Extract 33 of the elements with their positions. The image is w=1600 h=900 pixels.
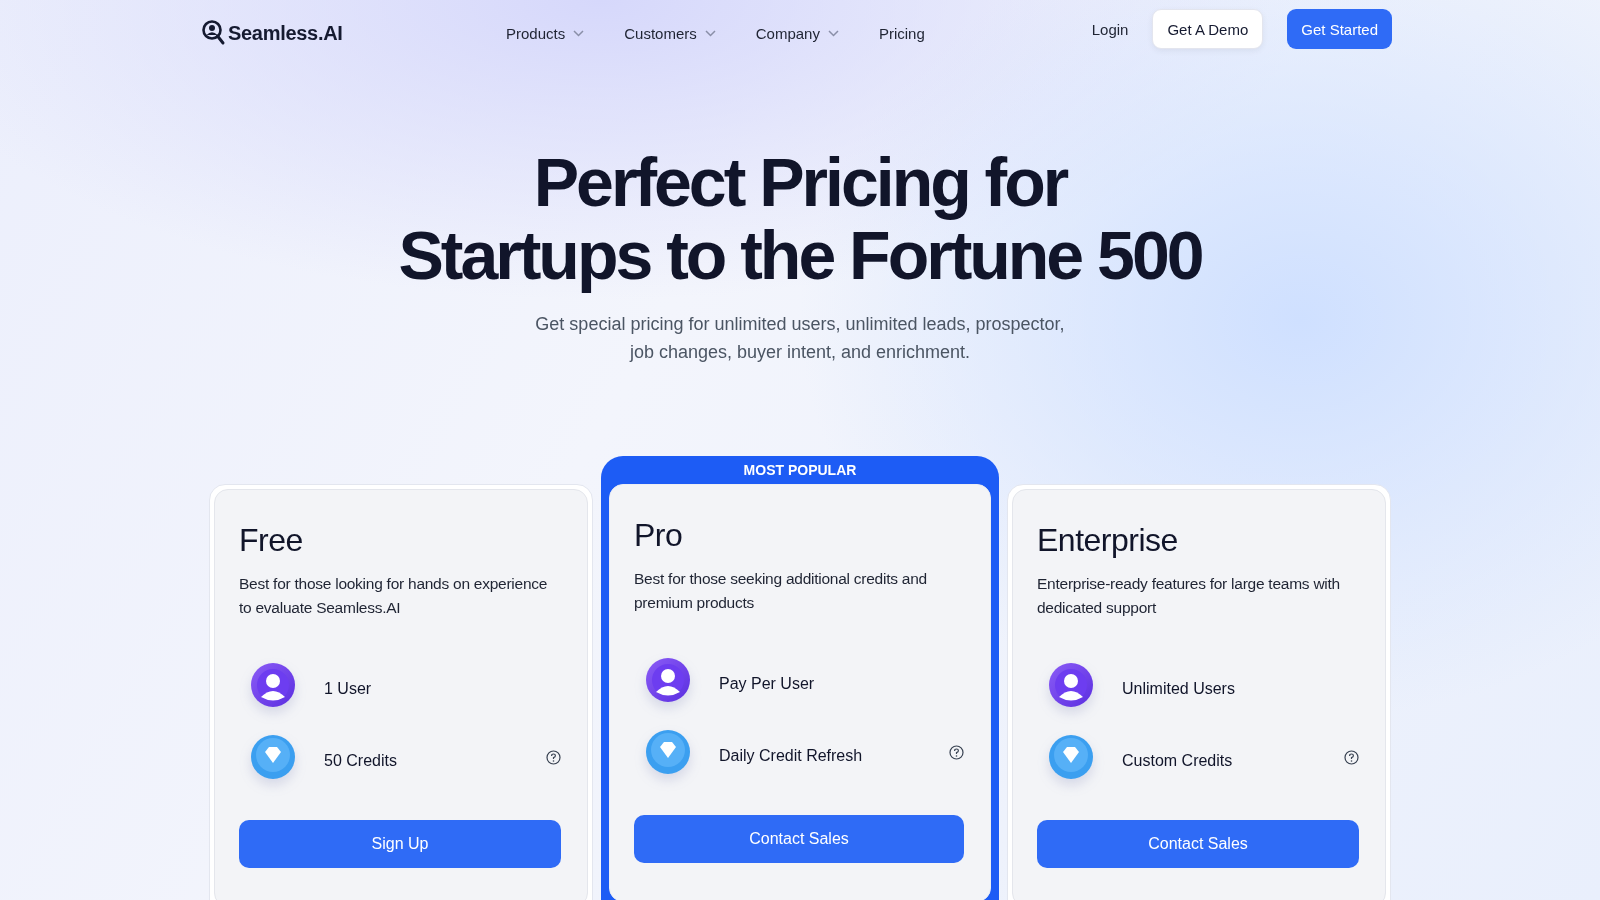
nav-link[interactable]: Products bbox=[506, 24, 585, 42]
plan-button[interactable]: Contact Sales bbox=[634, 815, 964, 863]
help-icon[interactable] bbox=[949, 744, 964, 760]
help-icon[interactable] bbox=[546, 749, 561, 765]
user-icon bbox=[1048, 662, 1094, 708]
plan-button[interactable]: Sign Up bbox=[239, 820, 561, 868]
plan-name: Free bbox=[239, 521, 304, 560]
plan-description: Best for those looking for hands on experience to evaluate Seamless.AI bbox=[239, 574, 549, 618]
plan-description: Best for those seeking additional credits and premium products bbox=[634, 569, 928, 613]
feature-label: 50 Credits bbox=[324, 751, 397, 770]
hero-subtitle: Get special pricing for unlimited users, unlimited leads, prospector, job changes, buyer intent, and enrichment. bbox=[534, 313, 1066, 364]
hero-title: Perfect Pricing for Startups to the Fortune 500 bbox=[397, 146, 1203, 292]
plan-name: Pro bbox=[634, 516, 684, 555]
plan-button[interactable]: Contact Sales bbox=[1037, 820, 1359, 868]
user-icon bbox=[645, 657, 691, 703]
demo-button[interactable]: Get A Demo bbox=[1152, 9, 1264, 49]
feature-label: 1 User bbox=[324, 679, 372, 698]
nav-link[interactable]: Customers bbox=[624, 24, 716, 42]
logo-text[interactable]: Seamless.AI bbox=[228, 21, 343, 45]
plan-description: Enterprise-ready features for large teams with dedicated support bbox=[1037, 574, 1341, 618]
logo-icon bbox=[202, 20, 226, 46]
plan-name: Enterprise bbox=[1037, 521, 1179, 560]
login-link[interactable]: Login bbox=[1091, 20, 1129, 38]
feature-label: Unlimited Users bbox=[1122, 679, 1235, 698]
most-popular-label: MOST POPULAR bbox=[742, 461, 858, 480]
feature-label: Custom Credits bbox=[1122, 751, 1233, 770]
feature-label: Pay Per User bbox=[719, 674, 815, 693]
get-started-button[interactable]: Get Started bbox=[1287, 9, 1392, 49]
nav-link[interactable]: Pricing bbox=[878, 24, 925, 42]
nav-link[interactable]: Company bbox=[755, 24, 839, 42]
help-icon[interactable] bbox=[1344, 749, 1359, 765]
user-icon bbox=[250, 662, 296, 708]
feature-label: Daily Credit Refresh bbox=[719, 746, 863, 765]
